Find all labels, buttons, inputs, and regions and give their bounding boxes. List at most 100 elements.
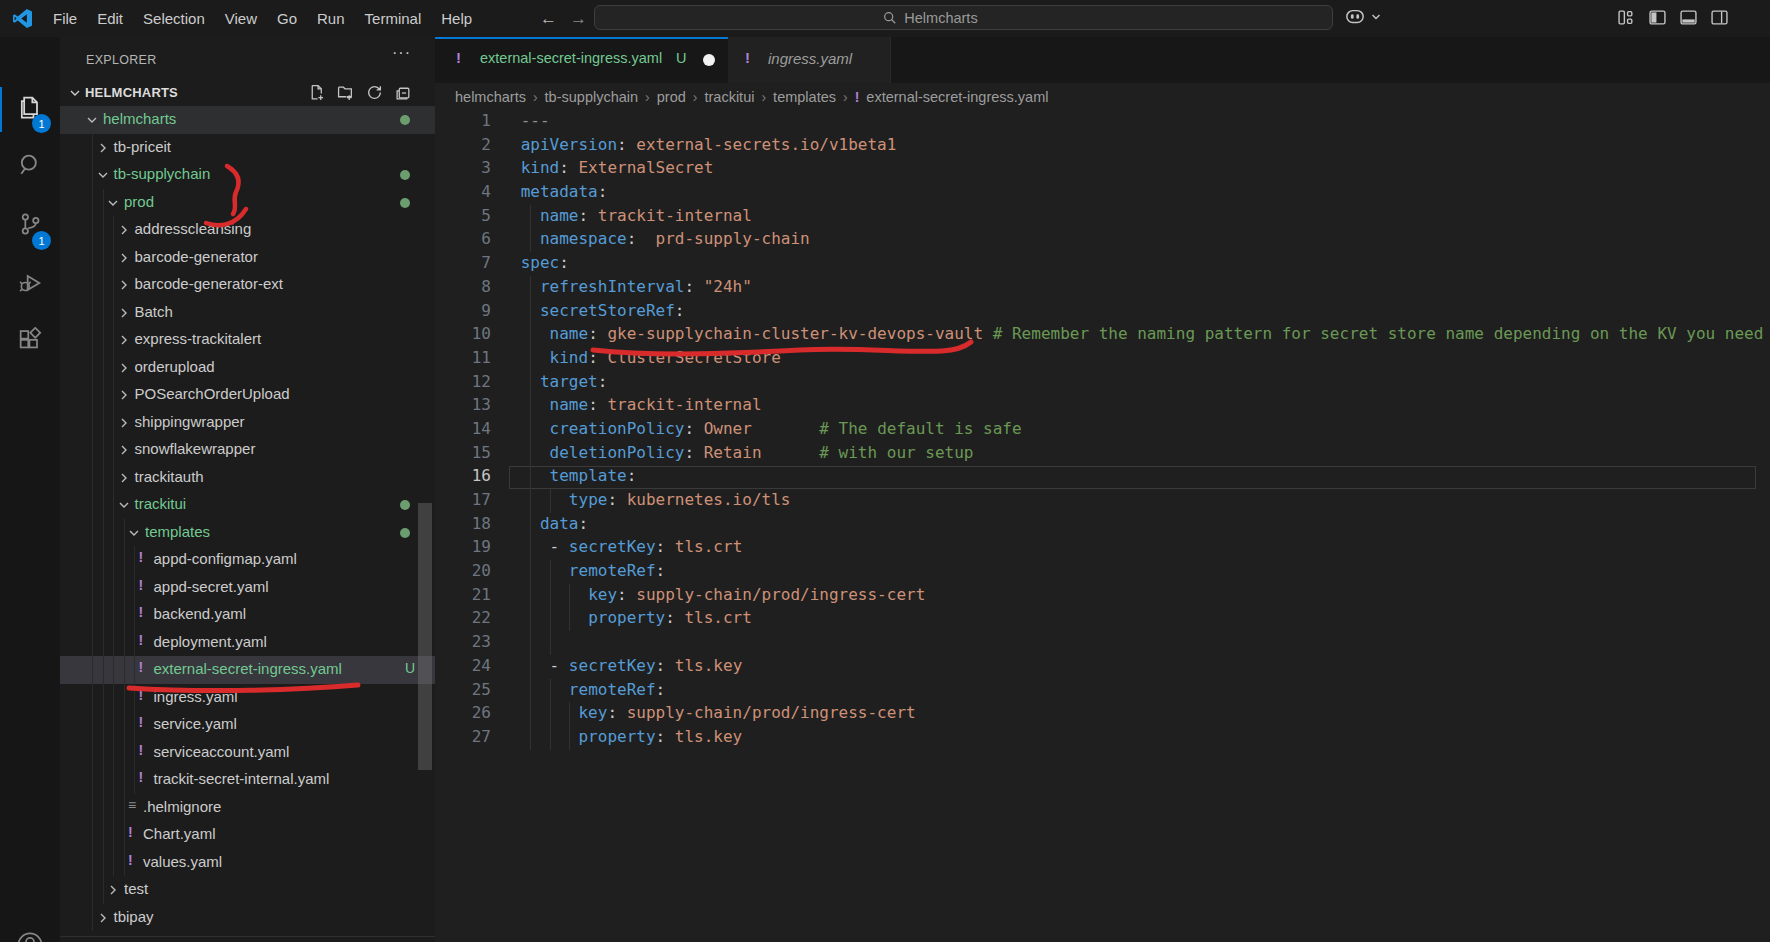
- code-line-7[interactable]: 7spec:: [435, 252, 1770, 276]
- code-line-6[interactable]: 6 namespace: prd-supply-chain: [435, 228, 1770, 252]
- file-label: serviceaccount.yaml: [154, 743, 290, 760]
- menu-edit[interactable]: Edit: [87, 10, 133, 27]
- tree-item-prod[interactable]: prod: [60, 189, 435, 217]
- tree-item-shippingwrapper[interactable]: shippingwrapper: [60, 409, 435, 437]
- tree-item-addresscleansing[interactable]: addresscleansing: [60, 216, 435, 244]
- tree-item-test[interactable]: test: [60, 876, 435, 904]
- indent-guide: [113, 326, 114, 354]
- tree-item-service-yaml[interactable]: !service.yaml: [60, 711, 435, 739]
- breadcrumb-item[interactable]: helmcharts: [455, 89, 526, 105]
- menu-terminal[interactable]: Terminal: [355, 10, 432, 27]
- menu-view[interactable]: View: [215, 10, 267, 27]
- tree-item--helmignore[interactable]: ≡.helmignore: [60, 794, 435, 822]
- tree-item-appd-secret-yaml[interactable]: !appd-secret.yaml: [60, 574, 435, 602]
- code-line-22[interactable]: 22 property: tls.crt: [435, 607, 1770, 631]
- code-line-1[interactable]: 1---: [435, 110, 1770, 134]
- tree-item-batch[interactable]: Batch: [60, 299, 435, 327]
- tree-item-trackitauth[interactable]: trackitauth: [60, 464, 435, 492]
- tree-item-backend-yaml[interactable]: !backend.yaml: [60, 601, 435, 629]
- tree-item-deployment-yaml[interactable]: !deployment.yaml: [60, 629, 435, 657]
- section-helmcharts[interactable]: HELMCHARTS: [60, 82, 435, 106]
- sidebar-scrollbar[interactable]: [418, 503, 432, 770]
- code-line-4[interactable]: 4metadata:: [435, 181, 1770, 205]
- menu-go[interactable]: Go: [267, 10, 307, 27]
- tree-item-trackit-secret-internal-yaml[interactable]: !trackit-secret-internal.yaml: [60, 766, 435, 794]
- tree-item-external-secret-ingress-yaml[interactable]: !external-secret-ingress.yamlU: [60, 656, 435, 684]
- code-line-17[interactable]: 17 type: kubernetes.io/tls: [435, 489, 1770, 513]
- code-line-8[interactable]: 8 refreshInterval: "24h": [435, 276, 1770, 300]
- tree-item-ingress-yaml[interactable]: !ingress.yaml: [60, 684, 435, 712]
- code-line-10[interactable]: 10 name: gke-supplychain-cluster-kv-devo…: [435, 323, 1770, 347]
- tree-item-tb-supplychain[interactable]: tb-supplychain: [60, 161, 435, 189]
- menu-file[interactable]: File: [43, 10, 87, 27]
- code-line-12[interactable]: 12 target:: [435, 371, 1770, 395]
- tree-item-values-yaml[interactable]: !values.yaml: [60, 849, 435, 877]
- code-line-13[interactable]: 13 name: trackit-internal: [435, 394, 1770, 418]
- breadcrumb-item[interactable]: templates: [773, 89, 836, 105]
- sidebar-more-actions[interactable]: ···: [392, 44, 411, 62]
- code-line-2[interactable]: 2apiVersion: external-secrets.io/v1beta1: [435, 134, 1770, 158]
- code-editor[interactable]: 1---2apiVersion: external-secrets.io/v1b…: [435, 110, 1770, 750]
- activitybar-extensions[interactable]: [0, 317, 60, 365]
- code-line-11[interactable]: 11 kind: ClusterSecretStore: [435, 347, 1770, 371]
- customize-layout-icon[interactable]: [1618, 9, 1635, 26]
- code-line-16[interactable]: 16 template:: [435, 465, 1770, 489]
- code-line-21[interactable]: 21 key: supply-chain/prod/ingress-cert: [435, 584, 1770, 608]
- code-line-3[interactable]: 3kind: ExternalSecret: [435, 157, 1770, 181]
- tree-item-helmcharts[interactable]: helmcharts: [60, 106, 435, 134]
- activitybar-search[interactable]: [0, 141, 60, 189]
- code-line-25[interactable]: 25 remoteRef:: [435, 679, 1770, 703]
- activitybar-account[interactable]: [0, 921, 60, 942]
- tree-item-trackitui[interactable]: trackitui: [60, 491, 435, 519]
- code-line-23[interactable]: 23: [435, 631, 1770, 655]
- code-line-15[interactable]: 15 deletionPolicy: Retain # with our set…: [435, 442, 1770, 466]
- collapse-all-icon[interactable]: [395, 84, 412, 101]
- tree-item-express-trackitalert[interactable]: express-trackitalert: [60, 326, 435, 354]
- tree-item-appd-configmap-yaml[interactable]: !appd-configmap.yaml: [60, 546, 435, 574]
- toggle-panel-icon[interactable]: [1680, 9, 1697, 26]
- code-line-18[interactable]: 18 data:: [435, 513, 1770, 537]
- code-line-5[interactable]: 5 name: trackit-internal: [435, 205, 1770, 229]
- tree-item-barcode-generator-ext[interactable]: barcode-generator-ext: [60, 271, 435, 299]
- tree-item-chart-yaml[interactable]: !Chart.yaml: [60, 821, 435, 849]
- tab-ingress[interactable]: ! ingress.yaml: [728, 37, 891, 83]
- copilot-button[interactable]: [1344, 7, 1381, 27]
- code-line-19[interactable]: 19 - secretKey: tls.crt: [435, 536, 1770, 560]
- tree-item-orderupload[interactable]: orderupload: [60, 354, 435, 382]
- tree-item-tbipay[interactable]: tbipay: [60, 904, 435, 932]
- code-line-24[interactable]: 24 - secretKey: tls.key: [435, 655, 1770, 679]
- tree-item-snowflakewrapper[interactable]: snowflakewrapper: [60, 436, 435, 464]
- tree-item-tb-priceit[interactable]: tb-priceit: [60, 134, 435, 162]
- tree-item-templates[interactable]: templates: [60, 519, 435, 547]
- code-line-20[interactable]: 20 remoteRef:: [435, 560, 1770, 584]
- modified-dot-icon[interactable]: [703, 54, 715, 66]
- nav-back-icon[interactable]: ←: [540, 9, 557, 29]
- outline-section[interactable]: [60, 936, 435, 942]
- code-line-14[interactable]: 14 creationPolicy: Owner # The default i…: [435, 418, 1770, 442]
- toggle-primary-sidebar-icon[interactable]: [1649, 9, 1666, 26]
- menu-selection[interactable]: Selection: [133, 10, 215, 27]
- command-center-search[interactable]: Helmcharts: [594, 5, 1333, 30]
- breadcrumb-item[interactable]: external-secret-ingress.yaml: [866, 89, 1048, 105]
- breadcrumb-item[interactable]: tb-supplychain: [545, 89, 639, 105]
- tab-external-secret-ingress[interactable]: ! external-secret-ingress.yaml U: [435, 37, 728, 83]
- breadcrumb-item[interactable]: prod: [657, 89, 686, 105]
- breadcrumb-item[interactable]: trackitui: [704, 89, 754, 105]
- menu-help[interactable]: Help: [431, 10, 482, 27]
- line-number: 2: [435, 135, 491, 154]
- code-line-26[interactable]: 26 key: supply-chain/prod/ingress-cert: [435, 702, 1770, 726]
- new-folder-icon[interactable]: [337, 84, 354, 101]
- activitybar-run-debug[interactable]: [0, 259, 60, 307]
- code-line-9[interactable]: 9 secretStoreRef:: [435, 300, 1770, 324]
- tree-item-serviceaccount-yaml[interactable]: !serviceaccount.yaml: [60, 739, 435, 767]
- toggle-secondary-sidebar-icon[interactable]: [1711, 9, 1728, 26]
- menu-run[interactable]: Run: [307, 10, 355, 27]
- new-file-icon[interactable]: [308, 84, 325, 101]
- tree-item-posearchorderupload[interactable]: POSearchOrderUpload: [60, 381, 435, 409]
- activitybar-explorer[interactable]: 1: [0, 83, 60, 131]
- code-line-27[interactable]: 27 property: tls.key: [435, 726, 1770, 750]
- activitybar-source-control[interactable]: 1: [0, 200, 60, 248]
- nav-forward-icon[interactable]: →: [570, 9, 587, 29]
- tree-item-barcode-generator[interactable]: barcode-generator: [60, 244, 435, 272]
- refresh-icon[interactable]: [366, 84, 383, 101]
